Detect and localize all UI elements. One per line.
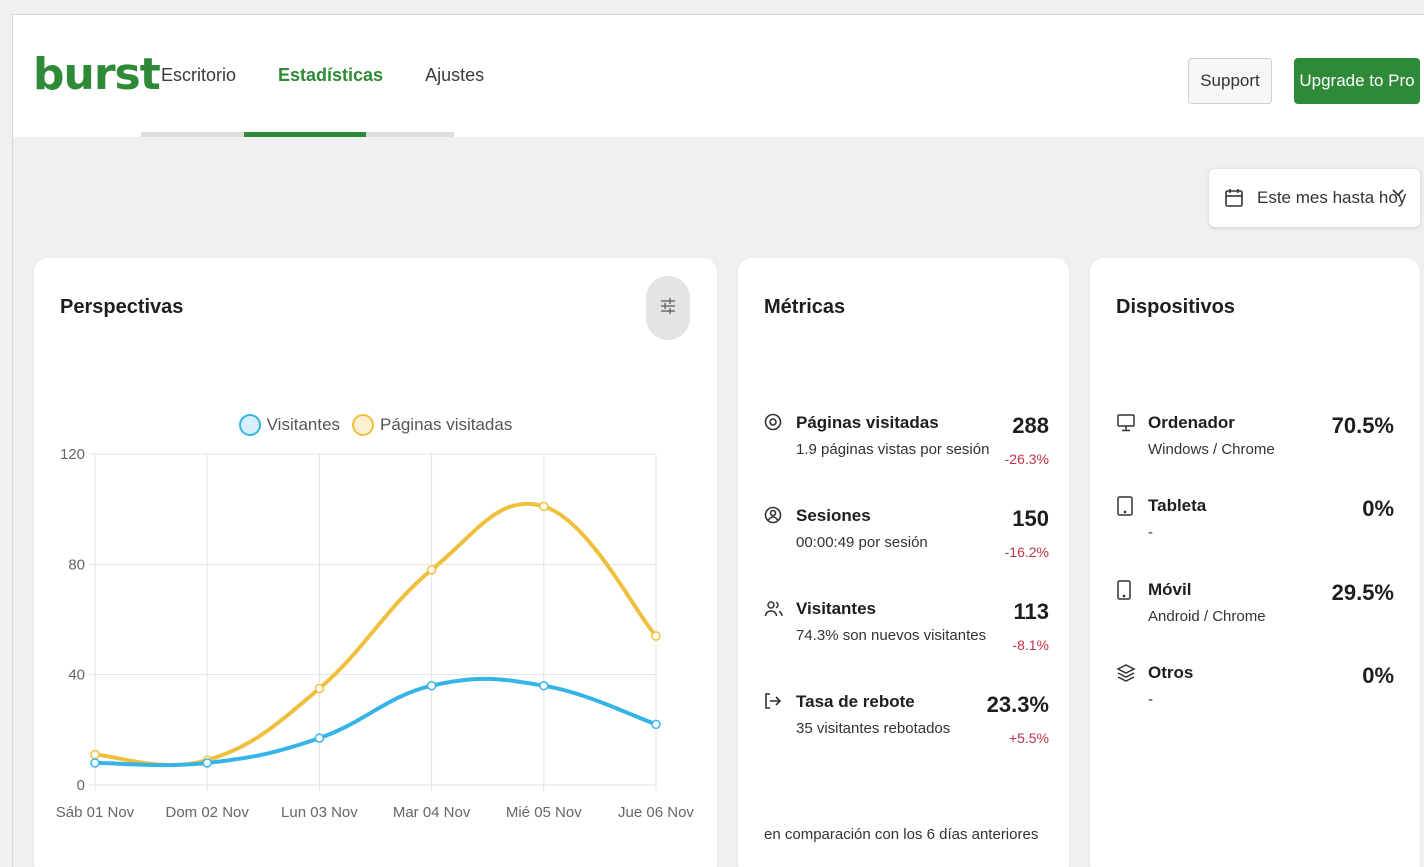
metric-label: Páginas visitadas: [796, 413, 939, 432]
upgrade-to-pro-button[interactable]: Upgrade to Pro: [1294, 58, 1420, 104]
device-row-ordenador: Ordenador Windows / Chrome 70.5%: [1116, 413, 1394, 493]
burst-logo[interactable]: burst: [33, 53, 161, 97]
device-label: Tableta: [1148, 496, 1207, 515]
metrics-card: Métricas Páginas visitadas 1.9 páginas v…: [738, 258, 1069, 867]
device-value: 29.5%: [1331, 580, 1394, 605]
devices-title: Dispositivos: [1116, 296, 1235, 318]
device-row-otros: Otros - 0%: [1116, 663, 1394, 743]
calendar-icon: [1225, 188, 1243, 208]
data-point-1: [539, 501, 549, 512]
metric-sub: 00:00:49 por sesión: [796, 534, 928, 551]
metric-sub: 74.3% son nuevos visitantes: [796, 627, 987, 644]
date-range-label: Este mes hasta hoy: [1257, 188, 1407, 207]
nav-active-indicator: [244, 132, 366, 137]
date-range-picker[interactable]: Este mes hasta hoy: [1209, 169, 1420, 227]
tablet-icon: [1116, 496, 1136, 516]
metric-delta: -8.1%: [1012, 637, 1049, 653]
x-tick-label: Sáb 01 Nov: [56, 804, 135, 821]
x-tick-label: Lun 03 Nov: [281, 804, 358, 821]
metric-value: 113: [1013, 599, 1050, 624]
metric-sub: 35 visitantes rebotados: [796, 720, 951, 737]
data-point-0: [539, 680, 549, 691]
data-point-0: [90, 758, 100, 768]
metric-row-rebote: Tasa de rebote 35 visitantes rebotados 2…: [764, 692, 1049, 772]
nav-tab-ajustes[interactable]: Ajustes: [425, 65, 484, 86]
mobile-icon: [1116, 580, 1136, 600]
exit-arrow-icon: [764, 692, 784, 712]
metric-label: Tasa de rebote: [796, 692, 915, 711]
data-point-0: [426, 680, 437, 691]
device-sub: Windows / Chrome: [1148, 441, 1275, 458]
device-label: Móvil: [1148, 580, 1192, 599]
desktop-icon: [1116, 413, 1136, 433]
metrics-title: Métricas: [764, 296, 846, 318]
y-tick-label: 40: [68, 667, 85, 684]
app-frame: burst Escritorio Estadísticas Ajustes Su…: [12, 14, 1424, 867]
series-line-1: [93, 501, 658, 768]
x-tick-label: Mar 04 Nov: [393, 804, 471, 821]
support-button[interactable]: Support: [1188, 58, 1272, 104]
y-tick-label: 80: [68, 556, 85, 573]
data-point-1: [651, 631, 661, 641]
y-tick-label: 0: [77, 777, 85, 794]
eye-icon: [764, 413, 784, 433]
metric-row-sesiones: Sesiones 00:00:49 por sesión 150 -16.2%: [764, 506, 1049, 586]
top-bar: burst Escritorio Estadísticas Ajustes Su…: [13, 15, 1424, 137]
chevron-down-icon: [1392, 189, 1404, 197]
device-sub: -: [1148, 691, 1153, 708]
device-value: 70.5%: [1331, 413, 1394, 438]
data-point-0: [651, 719, 661, 730]
device-label: Otros: [1148, 663, 1194, 682]
y-tick-label: 120: [60, 446, 85, 463]
metric-delta: +5.5%: [1008, 730, 1049, 746]
insights-line-chart: 0 40 80 120 Sáb 01 Nov Dom 02 Nov Lun 03 Nov Ma…: [56, 446, 695, 821]
x-tick-label: Mié 05 Nov: [506, 804, 582, 821]
series-line-0: [93, 676, 658, 768]
metric-value: 288: [1012, 413, 1049, 438]
metric-sub: 1.9 páginas vistas por sesión: [796, 441, 990, 458]
nav-tab-escritorio[interactable]: Escritorio: [161, 65, 236, 86]
comparison-note: en comparación con los 6 días anteriores: [764, 826, 1039, 843]
device-sub: -: [1148, 524, 1153, 541]
devices-card: Dispositivos Ordenador Windows / Chrome …: [1090, 258, 1420, 867]
device-row-movil: Móvil Android / Chrome 29.5%: [1116, 580, 1394, 660]
nav-tab-estadisticas[interactable]: Estadísticas: [278, 65, 383, 86]
x-tick-label: Jue 06 Nov: [618, 804, 694, 821]
layers-icon: [1116, 663, 1136, 683]
data-point-1: [90, 749, 100, 760]
metric-delta: -16.2%: [1004, 544, 1049, 560]
insights-card: Perspectivas Visitantes Páginas visitada…: [34, 258, 717, 867]
data-point-1: [426, 565, 437, 575]
device-sub: Android / Chrome: [1148, 608, 1266, 625]
metric-row-visitantes: Visitantes 74.3% son nuevos visitantes 1…: [764, 599, 1049, 679]
metric-label: Visitantes: [796, 599, 877, 618]
main-nav: Escritorio Estadísticas Ajustes: [161, 65, 526, 86]
users-icon: [764, 599, 784, 619]
data-point-1: [314, 683, 325, 694]
device-label: Ordenador: [1148, 413, 1235, 432]
data-point-0: [202, 758, 212, 768]
data-point-0: [314, 733, 325, 743]
metric-value: 23.3%: [986, 692, 1049, 717]
metric-delta: -26.3%: [1004, 451, 1049, 467]
x-tick-label: Dom 02 Nov: [166, 804, 250, 821]
device-value: 0%: [1362, 663, 1394, 688]
device-row-tableta: Tableta - 0%: [1116, 496, 1394, 576]
device-value: 0%: [1362, 496, 1394, 521]
metric-row-paginas: Páginas visitadas 1.9 páginas vistas por…: [764, 413, 1049, 493]
metric-value: 150: [1012, 506, 1049, 531]
user-circle-icon: [764, 506, 784, 526]
metric-label: Sesiones: [796, 506, 871, 525]
